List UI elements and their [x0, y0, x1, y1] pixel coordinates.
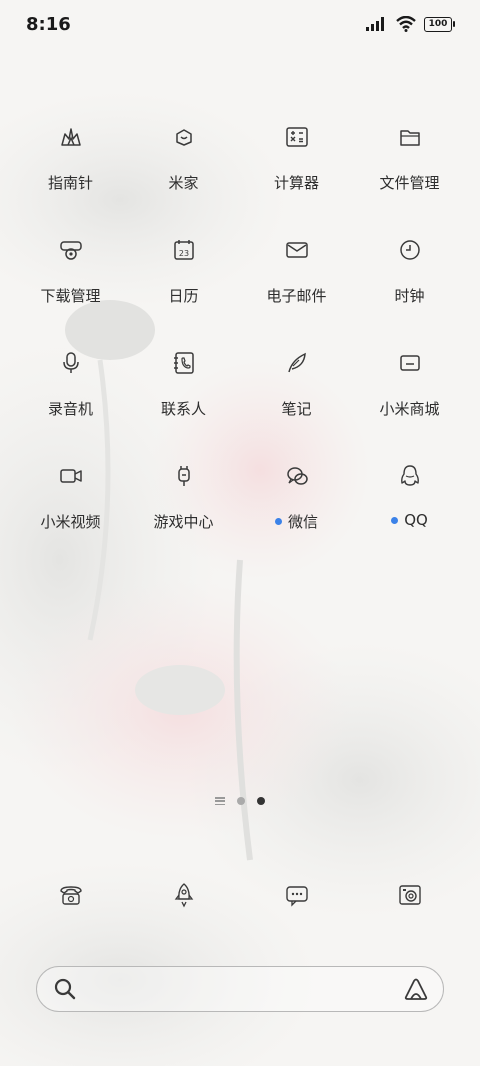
calculator-icon — [280, 120, 314, 154]
app-grid: 指南针 米家 计算器 文件管理 下载管理 23 日历 电子邮件 时钟 录音机 联… — [14, 118, 466, 570]
app-recorder[interactable]: 录音机 — [14, 344, 127, 457]
app-label: 文件管理 — [379, 174, 440, 192]
compass-icon — [54, 120, 88, 154]
app-label: QQ — [391, 511, 428, 529]
phone-icon — [54, 878, 88, 912]
app-mi-video[interactable]: 小米视频 — [14, 457, 127, 570]
app-download-manager[interactable]: 下载管理 — [14, 231, 127, 344]
app-mijia[interactable]: 米家 — [127, 118, 240, 231]
xiaoai-assistant-icon[interactable] — [403, 977, 429, 1001]
new-badge-dot — [391, 516, 399, 524]
folder-icon — [393, 120, 427, 154]
app-label: 游戏中心 — [153, 513, 214, 531]
rocket-security-icon — [167, 878, 201, 912]
app-qq[interactable]: QQ — [353, 457, 466, 570]
app-label: 电子邮件 — [266, 287, 327, 305]
wifi-icon — [396, 16, 416, 32]
qq-penguin-icon — [393, 459, 427, 493]
app-file-manager[interactable]: 文件管理 — [353, 118, 466, 231]
dock-security[interactable] — [127, 876, 240, 912]
notes-feather-icon — [280, 346, 314, 380]
page-dot-2-active[interactable] — [257, 797, 265, 805]
page-indicator — [0, 797, 480, 805]
app-label: 指南针 — [47, 174, 93, 192]
app-label: 下载管理 — [40, 287, 101, 305]
game-center-icon — [167, 459, 201, 493]
search-bar[interactable] — [36, 966, 444, 1012]
camera-icon — [393, 878, 427, 912]
app-label: 录音机 — [47, 400, 93, 418]
search-input[interactable] — [89, 975, 393, 1003]
dock-phone[interactable] — [14, 876, 127, 912]
app-compass[interactable]: 指南针 — [14, 118, 127, 231]
app-calculator[interactable]: 计算器 — [240, 118, 353, 231]
wechat-icon — [280, 459, 314, 493]
app-wechat[interactable]: 微信 — [240, 457, 353, 570]
app-calendar[interactable]: 23 日历 — [127, 231, 240, 344]
download-icon — [54, 233, 88, 267]
new-badge-dot — [274, 518, 282, 525]
app-notes[interactable]: 笔记 — [240, 344, 353, 457]
status-bar: 8:16 100 — [0, 0, 480, 50]
app-label: 计算器 — [273, 174, 319, 192]
app-label: 笔记 — [281, 400, 312, 418]
dock — [14, 876, 466, 912]
status-icons: 100 — [366, 16, 455, 32]
app-email[interactable]: 电子邮件 — [240, 231, 353, 344]
app-label: 时钟 — [394, 287, 425, 305]
dock-messages[interactable] — [240, 876, 353, 912]
app-mi-store[interactable]: 小米商城 — [353, 344, 466, 457]
mi-store-icon — [393, 346, 427, 380]
signal-icon — [366, 17, 384, 31]
mijia-home-icon — [167, 120, 201, 154]
app-label: 日历 — [168, 287, 199, 305]
app-label: 小米商城 — [379, 400, 440, 418]
mail-icon — [280, 233, 314, 267]
app-label: 小米视频 — [40, 513, 101, 531]
clock-icon — [393, 233, 427, 267]
calendar-icon: 23 — [167, 233, 201, 267]
app-label: 联系人 — [160, 400, 206, 418]
calendar-date: 23 — [178, 249, 188, 258]
app-contacts[interactable]: 联系人 — [127, 344, 240, 457]
messages-icon — [280, 878, 314, 912]
contacts-icon — [167, 346, 201, 380]
app-label: 微信 — [274, 511, 318, 532]
app-label: 米家 — [168, 174, 199, 192]
search-icon[interactable] — [53, 977, 77, 1001]
status-time: 8:16 — [26, 14, 71, 35]
microphone-icon — [54, 346, 88, 380]
app-game-center[interactable]: 游戏中心 — [127, 457, 240, 570]
app-clock[interactable]: 时钟 — [353, 231, 466, 344]
battery-icon: 100 — [424, 16, 455, 32]
video-camera-icon — [54, 459, 88, 493]
app-drawer-lines-icon[interactable] — [215, 797, 225, 805]
dock-camera[interactable] — [353, 876, 466, 912]
page-dot-1[interactable] — [237, 797, 245, 805]
